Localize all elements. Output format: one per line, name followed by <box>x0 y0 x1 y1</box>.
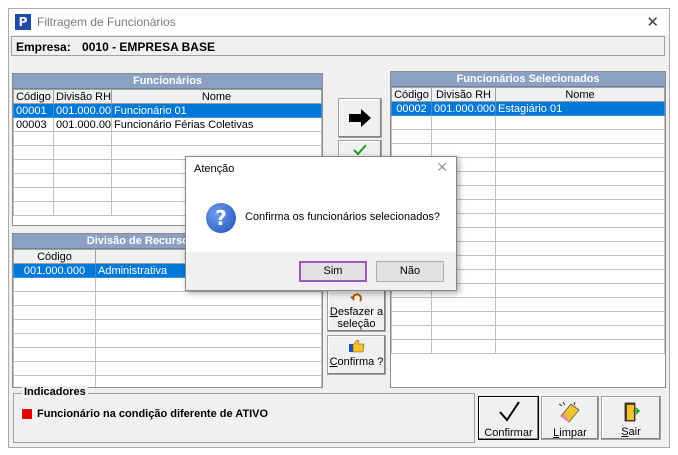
arrow-right-icon <box>349 109 371 127</box>
confirma-label: Confirma ? <box>329 356 384 368</box>
selecionados-header: Código Divisão RH Nome <box>391 87 665 102</box>
empty-row <box>13 305 322 320</box>
column-header[interactable]: Nome <box>111 89 322 104</box>
column-header[interactable]: Nome <box>495 87 665 102</box>
empty-row <box>391 129 665 144</box>
column-header[interactable]: Código <box>13 89 54 104</box>
empresa-bar: Empresa: 0010 - EMPRESA BASE <box>11 36 665 56</box>
app-logo-icon: P <box>15 14 31 30</box>
limpar-button[interactable]: Limpar <box>541 396 599 440</box>
cell-codigo: 00001 <box>13 103 54 118</box>
indicator-item: Funcionário na condição diferente de ATI… <box>22 408 268 420</box>
empty-row <box>391 339 665 354</box>
exit-door-icon <box>624 402 641 422</box>
empty-row <box>13 291 322 306</box>
table-row[interactable]: 00001 001.000.000 Funcionário 01 <box>13 103 322 118</box>
close-icon[interactable]: ✕ <box>646 13 659 31</box>
sair-label: Sair <box>621 426 641 438</box>
empty-row <box>13 361 322 376</box>
check-icon <box>353 144 367 156</box>
sim-button[interactable]: Sim <box>299 261 367 282</box>
undo-selection-button[interactable]: Desfazer a seleção <box>327 290 386 332</box>
funcionarios-caption: Funcionários <box>13 74 322 89</box>
thumbs-up-icon <box>348 339 364 353</box>
cell-nome: Estagiário 01 <box>495 101 665 116</box>
column-header[interactable]: Código <box>391 87 432 102</box>
indicator-text: Funcionário na condição diferente de ATI… <box>37 408 269 420</box>
empty-row <box>391 325 665 340</box>
column-header[interactable]: Divisão RH <box>431 87 496 102</box>
check-icon <box>498 401 520 422</box>
column-header[interactable]: Divisão RH <box>53 89 112 104</box>
empty-row <box>391 311 665 326</box>
column-header[interactable]: Código <box>13 249 96 264</box>
window-title: Filtragem de Funcionários <box>37 15 176 29</box>
red-status-swatch <box>22 409 32 419</box>
empty-row <box>391 115 665 130</box>
eraser-icon <box>558 401 580 423</box>
cell-divisao: 001.000.000 <box>53 117 112 132</box>
cell-codigo: 001.000.000 <box>13 263 96 278</box>
empty-row <box>13 131 322 146</box>
empresa-label: Empresa: <box>16 40 71 54</box>
add-selected-button[interactable] <box>338 98 382 138</box>
sair-button[interactable]: Sair <box>601 396 661 440</box>
cell-nome: Funcionário Férias Coletivas <box>111 117 322 132</box>
undo-label-line2: seleção <box>337 318 376 330</box>
question-icon: ? <box>206 203 236 233</box>
undo-label: Desfazer a <box>329 306 384 318</box>
dialog-close-icon[interactable]: ✕ <box>436 160 448 176</box>
dialog-message: Confirma os funcionários selecionados? <box>245 211 441 223</box>
dialog-footer: Sim Não <box>186 252 456 290</box>
nao-button[interactable]: Não <box>376 261 444 282</box>
funcionarios-header: Código Divisão RH Nome <box>13 89 322 104</box>
empty-row <box>13 333 322 348</box>
confirmar-button[interactable]: Confirmar <box>478 396 539 440</box>
cell-nome: Funcionário 01 <box>111 103 322 118</box>
empty-row <box>13 347 322 362</box>
indicadores-title: Indicadores <box>22 386 88 398</box>
confirma-button[interactable]: Confirma ? <box>327 335 386 375</box>
limpar-label: Limpar <box>553 427 587 439</box>
table-row[interactable]: 00003 001.000.000 Funcionário Férias Col… <box>13 117 322 132</box>
title-bar: P Filtragem de Funcionários ✕ <box>9 9 669 35</box>
selecionados-caption: Funcionários Selecionados <box>391 72 665 87</box>
confirm-dialog: Atenção ✕ ? Confirma os funcionários sel… <box>185 156 457 291</box>
cell-codigo: 00003 <box>13 117 54 132</box>
cell-divisao: 001.000.000 <box>431 101 496 116</box>
empty-row <box>391 297 665 312</box>
empty-row <box>13 319 322 334</box>
dialog-title: Atenção <box>194 163 235 175</box>
table-row[interactable]: 00002 001.000.000 Estagiário 01 <box>391 101 665 116</box>
indicadores-group: Indicadores Funcionário na condição dife… <box>13 386 475 443</box>
cell-codigo: 00002 <box>391 101 432 116</box>
empresa-value: 0010 - EMPRESA BASE <box>82 40 215 54</box>
cell-divisao: 001.000.000 <box>53 103 112 118</box>
undo-icon <box>349 293 362 302</box>
confirmar-label: Confirmar <box>484 427 533 439</box>
